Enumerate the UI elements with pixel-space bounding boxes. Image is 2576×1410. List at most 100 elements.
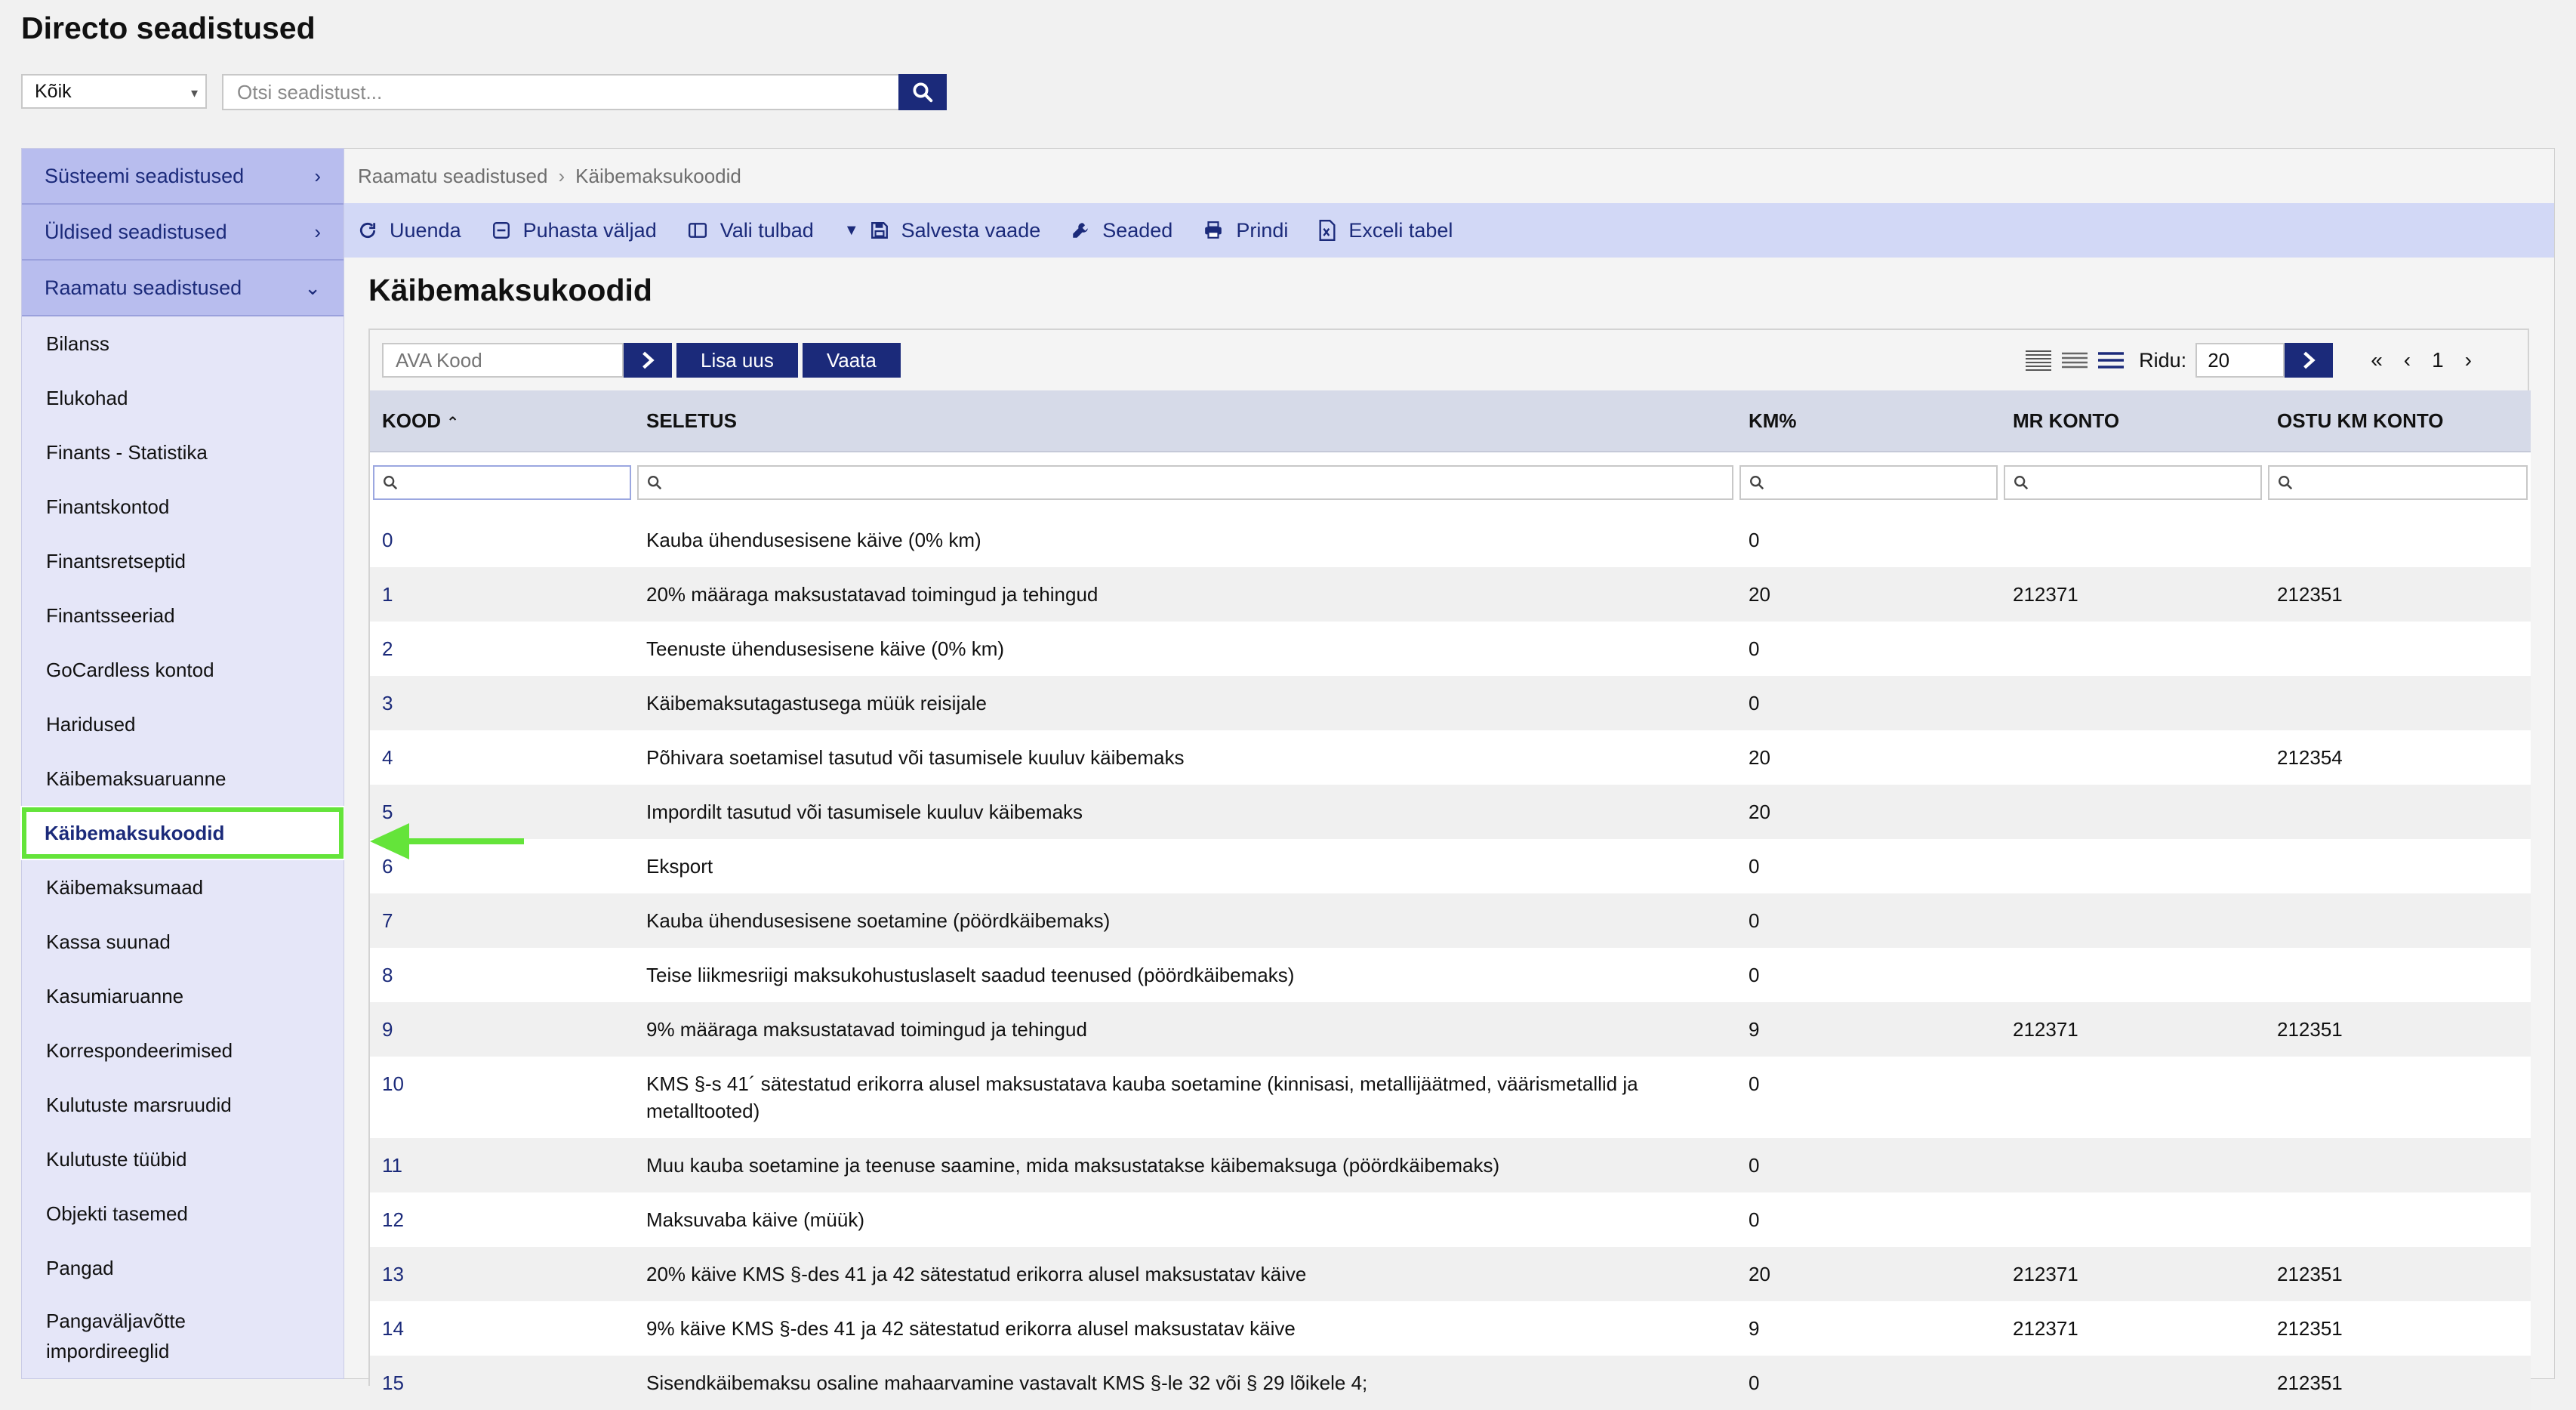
- cell-kood[interactable]: 14: [370, 1301, 634, 1356]
- sidebar-section-general[interactable]: Üldised seadistused ›: [22, 205, 344, 261]
- cell-kood[interactable]: 10: [370, 1057, 634, 1138]
- search-button[interactable]: [898, 74, 947, 110]
- table-row[interactable]: 1 20% määraga maksustatavad toimingud ja …: [370, 567, 2531, 622]
- table-row[interactable]: 6 Eksport 0: [370, 839, 2531, 893]
- cell-seletus: 20% määraga maksustatavad toimingud ja t…: [646, 583, 1098, 606]
- sidebar-item-bilanss[interactable]: Bilanss: [22, 316, 344, 371]
- settings-search-input[interactable]: [222, 74, 900, 110]
- cell-ostu-km-konto: 212351: [2277, 1317, 2343, 1340]
- cell-kood[interactable]: 11: [370, 1138, 634, 1192]
- column-header-km[interactable]: KM%: [1736, 390, 2001, 452]
- first-page-icon[interactable]: «: [2371, 348, 2383, 372]
- category-select[interactable]: Kõik ▾: [21, 74, 207, 109]
- sidebar-item-kaibemaksuaruanne[interactable]: Käibemaksuaruanne: [22, 751, 344, 806]
- sidebar-item-kassa-suunad[interactable]: Kassa suunad: [22, 915, 344, 969]
- sidebar-item-kaibemaksumaad[interactable]: Käibemaksumaad: [22, 860, 344, 915]
- sidebar-item-kulutuste-marsruudid[interactable]: Kulutuste marsruudid: [22, 1078, 344, 1132]
- cell-kood[interactable]: 7: [370, 893, 634, 948]
- sidebar-item-pangad[interactable]: Pangad: [22, 1241, 344, 1295]
- cell-kood[interactable]: 15: [370, 1356, 634, 1410]
- sidebar-item-finants-statistika[interactable]: Finants - Statistika: [22, 425, 344, 480]
- chevron-down-icon: ⌄: [304, 276, 321, 299]
- cell-seletus: Käibemaksutagastusega müük reisijale: [646, 692, 987, 714]
- rows-label: Ridu:: [2139, 348, 2187, 372]
- cell-kood[interactable]: 8: [370, 948, 634, 1002]
- cell-kood[interactable]: 2: [370, 622, 634, 676]
- cell-kood[interactable]: 13: [370, 1247, 634, 1301]
- ava-code-input[interactable]: [382, 343, 624, 378]
- cell-km: 0: [1749, 692, 1760, 714]
- breadcrumb-parent[interactable]: Raamatu seadistused: [358, 165, 547, 188]
- table-row[interactable]: 2 Teenuste ühendusesisene käive (0% km) 0: [370, 622, 2531, 676]
- sidebar-item-objekti-tasemed[interactable]: Objekti tasemed: [22, 1186, 344, 1241]
- cell-mr-konto: [2001, 676, 2265, 730]
- sidebar-section-ledger[interactable]: Raamatu seadistused ⌄: [22, 261, 344, 316]
- excel-export-button[interactable]: Exceli tabel: [1318, 219, 1453, 242]
- table-row[interactable]: 7 Kauba ühendusesisene soetamine (pöördkä…: [370, 893, 2531, 948]
- rows-per-page-input[interactable]: 20: [2195, 343, 2285, 378]
- filter-km-input[interactable]: [1739, 465, 1998, 500]
- refresh-button[interactable]: Uuenda: [358, 219, 461, 242]
- column-header-ostu-km-konto[interactable]: OSTU KM KONTO: [2265, 390, 2531, 452]
- sidebar-item-kulutuste-tuubid[interactable]: Kulutuste tüübid: [22, 1132, 344, 1186]
- sidebar-item-kasumiaruanne[interactable]: Kasumiaruanne: [22, 969, 344, 1023]
- cell-ostu-km-konto: [2265, 1057, 2531, 1138]
- choose-columns-button[interactable]: Vali tulbad: [687, 219, 814, 242]
- sidebar-item-pangavaljavotte-impordireeglid[interactable]: Pangaväljavõtte impordireeglid: [22, 1295, 344, 1375]
- cell-kood[interactable]: 9: [370, 1002, 634, 1057]
- cell-kood[interactable]: 3: [370, 676, 634, 730]
- prev-page-icon[interactable]: ‹: [2404, 348, 2411, 372]
- cell-kood[interactable]: 12: [370, 1192, 634, 1247]
- table-row[interactable]: 11 Muu kauba soetamine ja teenuse saamine…: [370, 1138, 2531, 1192]
- density-comfortable-icon[interactable]: [2097, 349, 2125, 372]
- sidebar-item-finantsseeriad[interactable]: Finantsseeriad: [22, 588, 344, 643]
- settings-button[interactable]: Seaded: [1071, 219, 1172, 242]
- filter-seletus-input[interactable]: [637, 465, 1733, 500]
- apply-rows-button[interactable]: [2285, 343, 2334, 378]
- view-button[interactable]: Vaata: [802, 343, 901, 378]
- data-grid: Lisa uus Vaata Ridu: 20 « ‹ 1 ›: [368, 329, 2531, 1410]
- density-normal-icon[interactable]: [2060, 349, 2089, 372]
- table-body: 0 Kauba ühendusesisene käive (0% km) 0 1 20%…: [370, 513, 2531, 1410]
- print-button[interactable]: Prindi: [1203, 219, 1288, 242]
- table-row[interactable]: 15 Sisendkäibemaksu osaline mahaarvamine …: [370, 1356, 2531, 1410]
- sidebar-item-haridused[interactable]: Haridused: [22, 697, 344, 751]
- column-header-kood[interactable]: KOOD ⌃: [370, 390, 634, 452]
- open-code-button[interactable]: [624, 343, 672, 378]
- excel-file-icon: [1319, 220, 1336, 241]
- table-row[interactable]: 4 Põhivara soetamisel tasutud või tasumis…: [370, 730, 2531, 785]
- column-header-mr-konto[interactable]: MR KONTO: [2001, 390, 2265, 452]
- cell-kood[interactable]: 1: [370, 567, 634, 622]
- cell-kood[interactable]: 4: [370, 730, 634, 785]
- filter-mr-konto-input[interactable]: [2004, 465, 2262, 500]
- filter-ostu-km-konto-input[interactable]: [2268, 465, 2528, 500]
- table-row[interactable]: 13 20% käive KMS §-des 41 ja 42 sätestatu…: [370, 1247, 2531, 1301]
- table-row[interactable]: 5 Impordilt tasutud või tasumisele kuuluv…: [370, 785, 2531, 839]
- add-new-button[interactable]: Lisa uus: [676, 343, 798, 378]
- next-page-icon[interactable]: ›: [2465, 348, 2472, 372]
- sidebar-item-finantsretseptid[interactable]: Finantsretseptid: [22, 534, 344, 588]
- clear-fields-button[interactable]: Puhasta väljad: [491, 219, 657, 242]
- table-row[interactable]: 10 KMS §-s 41´ sätestatud erikorra alusel…: [370, 1057, 2531, 1138]
- caret-down-icon[interactable]: ▼: [844, 222, 859, 239]
- sidebar-item-elukohad[interactable]: Elukohad: [22, 371, 344, 425]
- search-icon: [913, 82, 933, 103]
- sidebar-item-kaibemaksukoodid[interactable]: Käibemaksukoodid: [20, 806, 345, 860]
- column-header-seletus[interactable]: SELETUS: [634, 390, 1736, 452]
- table-row[interactable]: 8 Teise liikmesriigi maksukohustuslaselt …: [370, 948, 2531, 1002]
- sidebar-section-system[interactable]: Süsteemi seadistused ›: [22, 149, 344, 205]
- table-row[interactable]: 14 9% käive KMS §-des 41 ja 42 sätestatud…: [370, 1301, 2531, 1356]
- cell-km: 0: [1749, 637, 1760, 660]
- table-row[interactable]: 0 Kauba ühendusesisene käive (0% km) 0: [370, 513, 2531, 567]
- cell-kood[interactable]: 0: [370, 513, 634, 567]
- cell-mr-konto: [2001, 839, 2265, 893]
- save-view-button[interactable]: Salvesta vaade: [870, 219, 1040, 242]
- table-row[interactable]: 9 9% määraga maksustatavad toimingud ja t…: [370, 1002, 2531, 1057]
- filter-kood-input[interactable]: [373, 465, 631, 500]
- sidebar-item-korrespondeerimised[interactable]: Korrespondeerimised: [22, 1023, 344, 1078]
- density-compact-icon[interactable]: [2024, 349, 2053, 372]
- table-row[interactable]: 12 Maksuvaba käive (müük) 0: [370, 1192, 2531, 1247]
- table-row[interactable]: 3 Käibemaksutagastusega müük reisijale 0: [370, 676, 2531, 730]
- sidebar-item-finantskontod[interactable]: Finantskontod: [22, 480, 344, 534]
- sidebar-item-gocardless-kontod[interactable]: GoCardless kontod: [22, 643, 344, 697]
